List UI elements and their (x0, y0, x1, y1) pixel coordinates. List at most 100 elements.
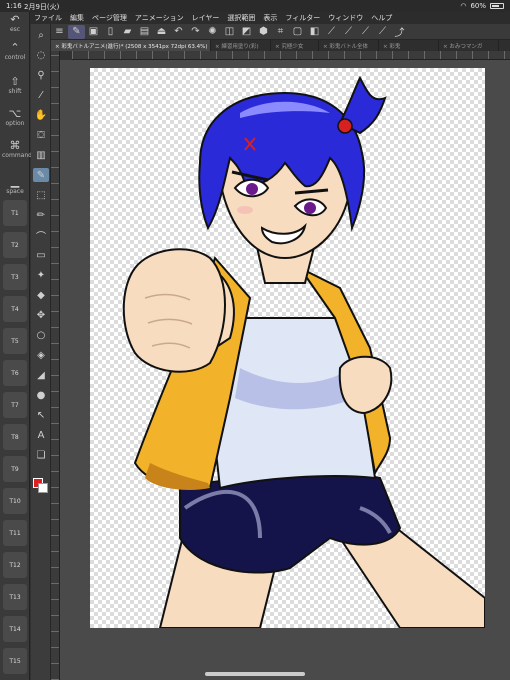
space-key[interactable]: ▁ space (2, 176, 28, 196)
menu-selection[interactable]: 選択範囲 (223, 13, 259, 23)
horizontal-ruler (72, 51, 510, 60)
object-select-icon[interactable]: ⬚ (33, 188, 49, 202)
t11-key[interactable]: T11 (3, 520, 27, 546)
t1-key[interactable]: T1 (3, 200, 27, 226)
snap-b-icon[interactable]: ⟋ (357, 25, 374, 39)
canvas[interactable] (90, 68, 485, 628)
crop-icon[interactable]: ⌗ (272, 25, 289, 39)
menu-help[interactable]: ヘルプ (367, 13, 396, 23)
tab-document-3[interactable]: × 究極少女 (271, 40, 319, 51)
open-folder-icon[interactable]: ▰ (119, 25, 136, 39)
dot-icon[interactable]: ● (33, 388, 49, 402)
share-icon[interactable]: ⤴ (391, 25, 408, 39)
ruler-icon[interactable]: ◢ (33, 368, 49, 382)
t7-key[interactable]: T7 (3, 392, 27, 418)
export-icon[interactable]: ⏏ (153, 25, 170, 39)
sub-color-swatch[interactable] (38, 483, 48, 493)
t9-key[interactable]: T9 (3, 456, 27, 482)
home-indicator[interactable] (205, 672, 305, 676)
menu-page[interactable]: ページ管理 (88, 13, 131, 23)
menu-filter[interactable]: フィルター (281, 13, 324, 23)
tab-document-2[interactable]: × 練習用塗り(彩) (211, 40, 271, 51)
pen-settings-icon[interactable]: ✎ (68, 24, 85, 39)
move-icon[interactable]: ✥ (33, 308, 49, 322)
t10-key[interactable]: T10 (3, 488, 27, 514)
character-illustration (122, 75, 485, 628)
arrow-icon[interactable]: ↖ (33, 408, 49, 422)
t15-key[interactable]: T15 (3, 648, 27, 674)
eyedropper-icon[interactable]: ⁄ (33, 88, 49, 102)
blush (237, 206, 253, 214)
t3-key[interactable]: T3 (3, 264, 27, 290)
tab-document-4[interactable]: × 彩鬼バトル全体 (319, 40, 379, 51)
document-tabs: × 彩鬼バトルアニメ(進行)* (2508 x 3541px 72dpi 63.… (51, 40, 510, 51)
eraser-icon[interactable]: ▭ (33, 248, 49, 262)
t8-key[interactable]: T8 (3, 424, 27, 450)
select-settings-icon[interactable]: ✺ (204, 25, 221, 39)
status-time: 1:16 (6, 2, 22, 10)
search-icon[interactable]: ⚲ (33, 68, 49, 82)
tab-document-5[interactable]: × 彩鬼 (379, 40, 439, 51)
text-icon[interactable]: A (33, 428, 49, 442)
menu-bar: ファイル 編集 ページ管理 アニメーション レイヤー 選択範囲 表示 フィルター… (30, 12, 510, 24)
command-bar: ≡ ✎ ▣ ▯ ▰ ▤ ⏏ ↶ ↷ ✺ ◫ ◩ ⬢ ⌗ ▢ ◧ ⟋ ⟋ ⟋ ⟋ … (51, 24, 510, 40)
t6-key[interactable]: T6 (3, 360, 27, 386)
snap-c-icon[interactable]: ⟋ (374, 25, 391, 39)
save-icon[interactable]: ▤ (136, 25, 153, 39)
lasso-icon[interactable]: ◌ (33, 48, 49, 62)
redo-cmd-icon[interactable]: ↷ (187, 25, 204, 39)
menu-view[interactable]: 表示 (259, 13, 281, 23)
esc-key[interactable]: ↶ esc (2, 13, 28, 34)
status-bar: 1:16 2月9日(火) ◠ 60% (0, 0, 510, 12)
ruler-snap-icon[interactable]: ⟋ (323, 25, 340, 39)
battery-icon (490, 3, 504, 9)
status-date: 2月9日(火) (24, 3, 60, 11)
balloon-icon[interactable]: ❏ (33, 448, 49, 462)
tab-document-6[interactable]: × おみつマンガ (439, 40, 499, 51)
pencil-icon[interactable]: ✏ (33, 208, 49, 222)
command-key[interactable]: ⌘ command (2, 140, 32, 160)
shift-key[interactable]: ⇧ shift (2, 75, 28, 96)
menu-window[interactable]: ウィンドウ (324, 13, 367, 23)
fill-selection-icon[interactable]: ◧ (306, 25, 323, 39)
left-iris (246, 183, 258, 195)
t4-key[interactable]: T4 (3, 296, 27, 322)
left-fist (122, 248, 226, 373)
t13-key[interactable]: T13 (3, 584, 27, 610)
tab-active-document[interactable]: × 彩鬼バトルアニメ(進行)* (2508 x 3541px 72dpi 63.… (51, 40, 211, 51)
hand-icon[interactable]: ✋ (33, 108, 49, 122)
fill-bucket-icon[interactable]: ⛋ (33, 128, 49, 142)
undo-icon: ↶ (10, 13, 20, 26)
shift-icon: ⇧ (10, 75, 20, 88)
new-file-icon[interactable]: ▯ (102, 25, 119, 39)
menu-layer[interactable]: レイヤー (188, 13, 224, 23)
transform-icon[interactable]: ⬢ (255, 25, 272, 39)
option-key[interactable]: ⌥ option (2, 108, 28, 128)
layer-property-icon[interactable]: ▣ (85, 25, 102, 39)
control-icon: ⌃ (10, 41, 20, 54)
t14-key[interactable]: T14 (3, 616, 27, 642)
menu-icon[interactable]: ≡ (51, 25, 68, 39)
control-key[interactable]: ⌃ control (2, 41, 28, 62)
brush-icon[interactable]: ⌒ (33, 228, 49, 243)
eraser-block-icon[interactable]: ◈ (33, 348, 49, 362)
pen-tool-icon[interactable]: ✎ (33, 168, 49, 182)
workspace[interactable] (60, 60, 510, 680)
menu-animation[interactable]: アニメーション (131, 13, 188, 23)
invert-icon[interactable]: ◩ (238, 25, 255, 39)
figure-icon[interactable]: ○ (33, 328, 49, 342)
fill-icon[interactable]: ◆ (33, 288, 49, 302)
zoom-icon[interactable]: ⌕ (33, 28, 49, 42)
t2-key[interactable]: T2 (3, 232, 27, 258)
undo-cmd-icon[interactable]: ↶ (170, 25, 187, 39)
blend-icon[interactable]: ✦ (33, 268, 49, 282)
menu-edit[interactable]: 編集 (66, 13, 88, 23)
snap-a-icon[interactable]: ⟋ (340, 25, 357, 39)
t12-key[interactable]: T12 (3, 552, 27, 578)
deselect-icon[interactable]: ◫ (221, 25, 238, 39)
t5-key[interactable]: T5 (3, 328, 27, 354)
gradient-icon[interactable]: ▥ (33, 148, 49, 162)
battery-percent: 60% (470, 2, 486, 10)
clear-icon[interactable]: ▢ (289, 25, 306, 39)
menu-file[interactable]: ファイル (30, 13, 66, 23)
